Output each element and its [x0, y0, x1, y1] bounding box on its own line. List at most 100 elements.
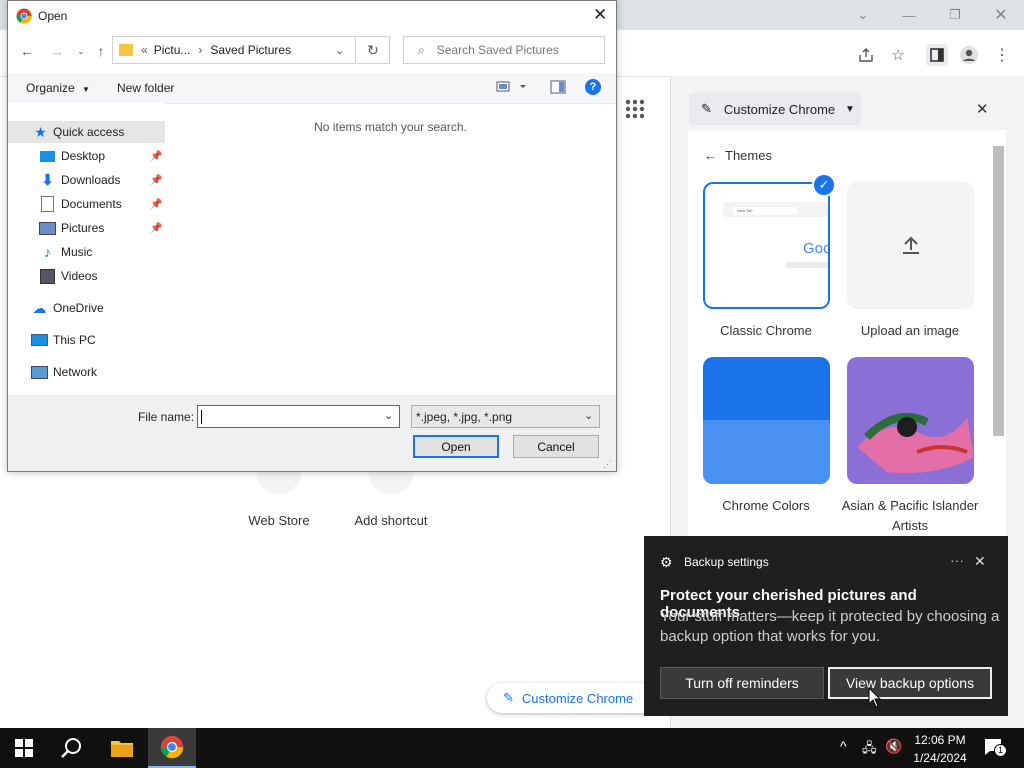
themes-back-button[interactable]: ← Themes [704, 148, 772, 163]
view-backup-options-button[interactable]: View backup options [828, 667, 992, 699]
preview-logo: Goo [803, 240, 830, 257]
colors-lower-half [703, 420, 830, 484]
profile-avatar-icon[interactable] [958, 44, 980, 66]
windows-start-icon[interactable] [15, 739, 33, 760]
theme-api-artists[interactable] [847, 357, 974, 484]
volume-muted-icon[interactable]: 🔇 [885, 738, 902, 755]
pin-icon[interactable]: 📌 [150, 223, 162, 234]
dialog-close-icon[interactable]: ✕ [593, 5, 607, 25]
network-tray-icon[interactable]: 🖧 [862, 739, 877, 761]
folder-icon [119, 44, 133, 56]
up-arrow-icon[interactable]: ↑ [90, 40, 112, 62]
film-icon [39, 268, 56, 284]
mouse-pointer-icon [868, 686, 882, 712]
tab-search-chevron-icon[interactable]: ⌄ [840, 0, 886, 30]
nav-item-videos[interactable]: Videos [8, 265, 165, 287]
clock-time: 12:06 PM [914, 733, 966, 747]
breadcrumb-overflow[interactable]: « [141, 43, 148, 57]
preview-tab: New Tab [733, 207, 797, 215]
help-icon[interactable]: ? [585, 79, 601, 95]
nav-item-this-pc[interactable]: This PC [8, 329, 165, 351]
dropdown-arrow-icon: ▼ [845, 103, 855, 115]
change-view-icon[interactable] [496, 80, 526, 97]
pin-icon[interactable]: 📌 [150, 199, 162, 210]
apps-grid-icon[interactable] [624, 98, 646, 120]
back-arrow-icon[interactable]: ← [16, 40, 38, 62]
search-placeholder: Search Saved Pictures [436, 43, 559, 57]
theme-upload-image[interactable] [847, 182, 974, 309]
address-dropdown-icon[interactable]: ⌄ [335, 44, 344, 57]
new-folder-button[interactable]: New folder [117, 81, 174, 95]
file-explorer-icon[interactable] [110, 738, 134, 761]
dropdown-arrow-icon: ▼ [82, 85, 90, 94]
close-side-panel-icon[interactable]: ✕ [976, 100, 989, 118]
preview-pane-icon[interactable] [550, 80, 566, 97]
gear-icon: ⚙ [660, 554, 673, 570]
side-panel-scrollbar[interactable] [993, 146, 1004, 436]
file-list-pane[interactable]: No items match your search. [165, 103, 616, 395]
resize-grip-icon[interactable]: ⋰ [603, 459, 612, 470]
clock[interactable]: 12:06 PM 1/24/2024 [908, 731, 972, 767]
organize-button[interactable]: Organize ▼ [26, 81, 90, 95]
search-icon[interactable] [60, 736, 84, 763]
nav-label: OneDrive [53, 301, 104, 315]
bookmark-star-icon[interactable]: ☆ [887, 44, 909, 66]
recent-locations-chevron-icon[interactable]: ⌄ [70, 40, 92, 62]
action-center-icon[interactable]: 1 [984, 738, 1007, 759]
nav-item-downloads[interactable]: ⬇ Downloads 📌 [8, 169, 165, 191]
nav-item-quick-access[interactable]: ★ Quick access [8, 121, 165, 143]
nav-item-pictures[interactable]: Pictures 📌 [8, 217, 165, 239]
chrome-menu-icon[interactable]: ⋮ [991, 44, 1013, 66]
nav-label: Pictures [61, 221, 105, 235]
pin-icon[interactable]: 📌 [150, 175, 162, 186]
document-icon [39, 196, 56, 212]
breadcrumb-current[interactable]: Saved Pictures [210, 43, 291, 57]
theme-classic-chrome[interactable]: New Tab Goo [703, 182, 830, 309]
nav-label: Videos [61, 269, 98, 283]
nav-item-network[interactable]: Network [8, 361, 165, 383]
file-name-dropdown-icon[interactable]: ⌄ [384, 409, 393, 422]
notification-close-icon[interactable]: ✕ [974, 553, 986, 570]
search-icon: ⌕ [418, 42, 425, 57]
more-options-icon[interactable]: ··· [950, 552, 964, 568]
nav-item-documents[interactable]: Documents 📌 [8, 193, 165, 215]
side-panel-icon[interactable] [926, 44, 948, 66]
nav-item-desktop[interactable]: Desktop 📌 [8, 145, 165, 167]
nav-item-onedrive[interactable]: ☁ OneDrive [8, 297, 165, 319]
chrome-logo-icon [16, 8, 32, 27]
address-bar[interactable]: « Pictu... › Saved Pictures ⌄ [112, 36, 356, 64]
close-window-button[interactable]: ✕ [978, 0, 1024, 30]
pin-icon[interactable]: 📌 [150, 151, 162, 162]
nav-item-music[interactable]: ♪ Music [8, 241, 165, 263]
backup-notification: ⚙ Backup settings ··· ✕ Protect your che… [644, 536, 1008, 716]
open-button[interactable]: Open [413, 435, 499, 458]
nav-label: Music [61, 245, 93, 259]
theme-label-classic: Classic Chrome [720, 323, 812, 338]
minimize-button[interactable]: — [886, 0, 932, 30]
cancel-button[interactable]: Cancel [513, 435, 599, 458]
customize-chrome-button[interactable]: ✎ Customize Chrome [487, 683, 657, 713]
breadcrumb-separator[interactable]: › [198, 43, 202, 57]
chrome-taskbar-icon[interactable] [148, 728, 196, 768]
tray-expand-icon[interactable]: ^ [840, 738, 847, 754]
side-panel-select[interactable]: ✎ Customize Chrome ▼ [689, 93, 861, 125]
file-type-dropdown-icon: ⌄ [584, 410, 594, 422]
empty-message: No items match your search. [314, 120, 467, 134]
turn-off-reminders-button[interactable]: Turn off reminders [660, 667, 824, 699]
computer-icon [31, 333, 48, 348]
theme-chrome-colors[interactable] [703, 357, 830, 484]
customize-chrome-label: Customize Chrome [521, 690, 634, 706]
breadcrumb-parent[interactable]: Pictu... [154, 43, 191, 57]
shortcut-label-web-store: Web Store [248, 513, 310, 528]
refresh-icon[interactable]: ↻ [357, 36, 390, 64]
search-box[interactable]: ⌕ Search Saved Pictures [403, 36, 605, 64]
preview-search [785, 262, 828, 268]
organize-label: Organize [26, 81, 75, 95]
file-type-select[interactable]: *.jpeg, *.jpg, *.png ⌄ [411, 405, 600, 428]
restore-button[interactable]: ❐ [932, 0, 978, 30]
share-icon[interactable] [855, 44, 877, 66]
nav-label: Quick access [53, 125, 125, 139]
file-name-input[interactable]: ⌄ [197, 405, 400, 428]
dialog-title: Open [38, 9, 68, 23]
forward-arrow-icon[interactable]: → [46, 40, 68, 62]
